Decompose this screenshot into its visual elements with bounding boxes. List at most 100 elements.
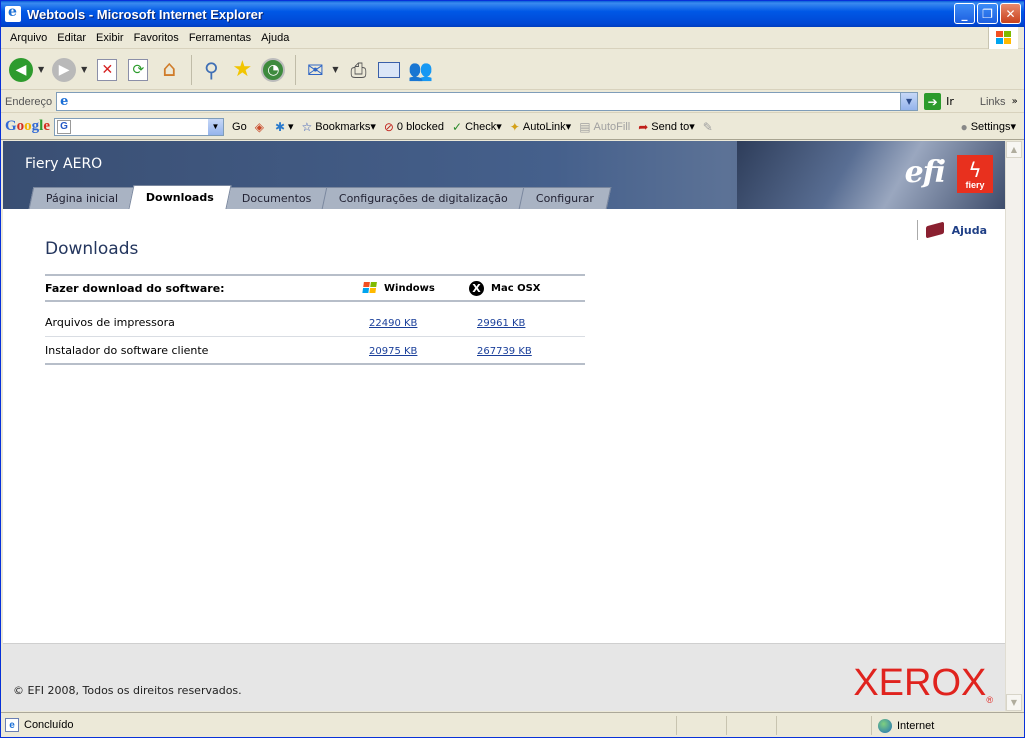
brand-title: Fiery AERO: [25, 156, 103, 172]
status-cell: [676, 715, 726, 735]
stop-icon: ✕: [97, 58, 118, 81]
sendto-label: Send to: [651, 120, 690, 133]
settings-button[interactable]: ● Settings ▾: [960, 120, 1016, 134]
check-label: Check: [465, 120, 497, 133]
fiery-logo-text: fiery: [965, 180, 985, 190]
mail-icon: ✉: [306, 57, 324, 82]
address-dropdown-icon[interactable]: ▼: [900, 93, 918, 110]
edit-button[interactable]: [375, 56, 403, 84]
links-button[interactable]: Links: [980, 96, 1006, 108]
favorites-button[interactable]: ★: [228, 56, 256, 84]
mail-dropdown-icon[interactable]: ▼: [332, 65, 338, 74]
google-go-button[interactable]: Go: [232, 121, 247, 133]
back-button[interactable]: ◀: [7, 56, 35, 84]
help-link[interactable]: Ajuda: [916, 220, 987, 240]
mac-download-link[interactable]: 29961 KB: [477, 318, 525, 329]
maximize-button[interactable]: ❐: [977, 3, 998, 24]
menu-arquivo[interactable]: Arquivo: [5, 32, 52, 44]
status-label: Concluído: [24, 719, 74, 731]
back-dropdown-icon[interactable]: ▼: [38, 65, 44, 74]
bookmarks-label: Bookmarks: [315, 120, 371, 133]
popup-blocked-icon: ⊘: [383, 119, 394, 134]
tab-label: Downloads: [146, 191, 214, 204]
tab-documentos[interactable]: Documentos: [224, 187, 329, 209]
go-button[interactable]: ➔ Ir: [924, 93, 954, 110]
history-button[interactable]: ◔: [259, 56, 287, 84]
refresh-button[interactable]: ⟳: [124, 56, 152, 84]
tab-downloads[interactable]: Downloads: [128, 185, 232, 209]
menu-favoritos[interactable]: Favoritos: [129, 32, 184, 44]
windows-download-link[interactable]: 20975 KB: [369, 346, 417, 357]
home-icon: ⌂: [162, 57, 177, 82]
toolbar-separator: [295, 54, 297, 85]
puzzle-icon: ✱: [274, 119, 285, 134]
address-input[interactable]: e ▼: [56, 92, 919, 111]
window-controls: _ ❐ ✕: [954, 3, 1021, 24]
tab-pagina-inicial[interactable]: Página inicial: [28, 187, 136, 209]
ie-app-icon: [5, 4, 21, 22]
toolbar-separator: [191, 54, 193, 85]
status-cell: [776, 715, 826, 735]
tab-label: Página inicial: [45, 192, 119, 205]
google-search-dropdown-icon[interactable]: ▼: [208, 118, 224, 135]
forward-button[interactable]: ▶: [50, 56, 78, 84]
blocked-label: 0 blocked: [396, 120, 445, 133]
mac-label: Mac OSX: [491, 282, 541, 294]
row-name: Arquivos de impressora: [45, 316, 175, 329]
window-title: Webtools - Microsoft Internet Explorer: [27, 6, 263, 22]
google-options-button[interactable]: ✱ ▾: [275, 120, 294, 134]
menu-ferramentas[interactable]: Ferramentas: [184, 32, 256, 44]
popup-blocker-button[interactable]: ⊘ 0 blocked: [384, 120, 444, 134]
windows-logo-icon: [362, 281, 378, 295]
home-button[interactable]: ⌂: [155, 56, 183, 84]
xerox-logo: XEROX®: [853, 662, 993, 705]
print-button[interactable]: ⎙: [344, 56, 372, 84]
zone-label: Internet: [897, 719, 935, 732]
history-icon: ◔: [261, 57, 286, 82]
bookmarks-button[interactable]: ☆ Bookmarks ▾: [302, 120, 376, 134]
google-search-input[interactable]: G ▼: [54, 117, 225, 136]
row-name: Instalador do software cliente: [45, 343, 209, 357]
search-button[interactable]: ⚲: [197, 56, 225, 84]
print-icon: ⎙: [350, 57, 367, 82]
tab-configuracoes-digitalizacao[interactable]: Configurações de digitalização: [322, 187, 526, 209]
chevron-right-icon[interactable]: »: [1012, 96, 1018, 107]
address-bar: Endereço e ▼ ➔ Ir Links »: [1, 91, 1024, 113]
autofill-label: AutoFill: [593, 120, 631, 133]
windows-logo: [988, 27, 1018, 49]
page-title: Downloads: [45, 239, 139, 259]
menu-bar: Arquivo Editar Exibir Favoritos Ferramen…: [1, 27, 1024, 49]
help-book-icon: [925, 221, 944, 239]
page-status-icon: e: [5, 718, 19, 732]
magic-wand-icon: ✦: [509, 119, 520, 134]
google-toolbar: Google G ▼ Go ◈ ✱ ▾ ☆ Bookmarks ▾ ⊘ 0 bloc…: [1, 114, 1024, 140]
go-label: Ir: [946, 95, 954, 108]
stop-button[interactable]: ✕: [93, 56, 121, 84]
settings-label: Settings: [970, 120, 1011, 133]
messenger-button[interactable]: 👥: [406, 56, 434, 84]
autolink-button[interactable]: ✦ AutoLink ▾: [510, 120, 571, 134]
refresh-icon: ⟳: [128, 58, 149, 81]
sendto-button[interactable]: ➦ Send to ▾: [638, 120, 695, 134]
scroll-up-icon[interactable]: ▲: [1006, 141, 1022, 158]
scroll-down-icon[interactable]: ▼: [1006, 694, 1022, 711]
menu-ajuda[interactable]: Ajuda: [256, 32, 294, 44]
minimize-button[interactable]: _: [954, 3, 975, 24]
table-row: Instalador do software cliente 20975 KB …: [45, 336, 585, 363]
autofill-button[interactable]: ▤ AutoFill: [579, 120, 630, 134]
google-logo[interactable]: Google: [5, 118, 50, 135]
forward-dropdown-icon[interactable]: ▼: [81, 65, 87, 74]
mac-download-link[interactable]: 267739 KB: [477, 346, 532, 357]
windows-download-link[interactable]: 22490 KB: [369, 318, 417, 329]
google-news-button[interactable]: ◈: [255, 120, 267, 134]
menu-editar[interactable]: Editar: [52, 32, 91, 44]
highlight-button[interactable]: ✎: [703, 120, 716, 134]
vertical-scrollbar[interactable]: ▲ ▼: [1005, 141, 1022, 711]
google-g-icon: G: [57, 119, 72, 134]
menu-exibir[interactable]: Exibir: [91, 32, 129, 44]
spellcheck-button[interactable]: ✓ Check ▾: [452, 120, 502, 134]
status-cell: [726, 715, 776, 735]
tab-configurar[interactable]: Configurar: [518, 187, 612, 209]
mail-button[interactable]: ✉: [301, 56, 329, 84]
close-button[interactable]: ✕: [1000, 3, 1021, 24]
